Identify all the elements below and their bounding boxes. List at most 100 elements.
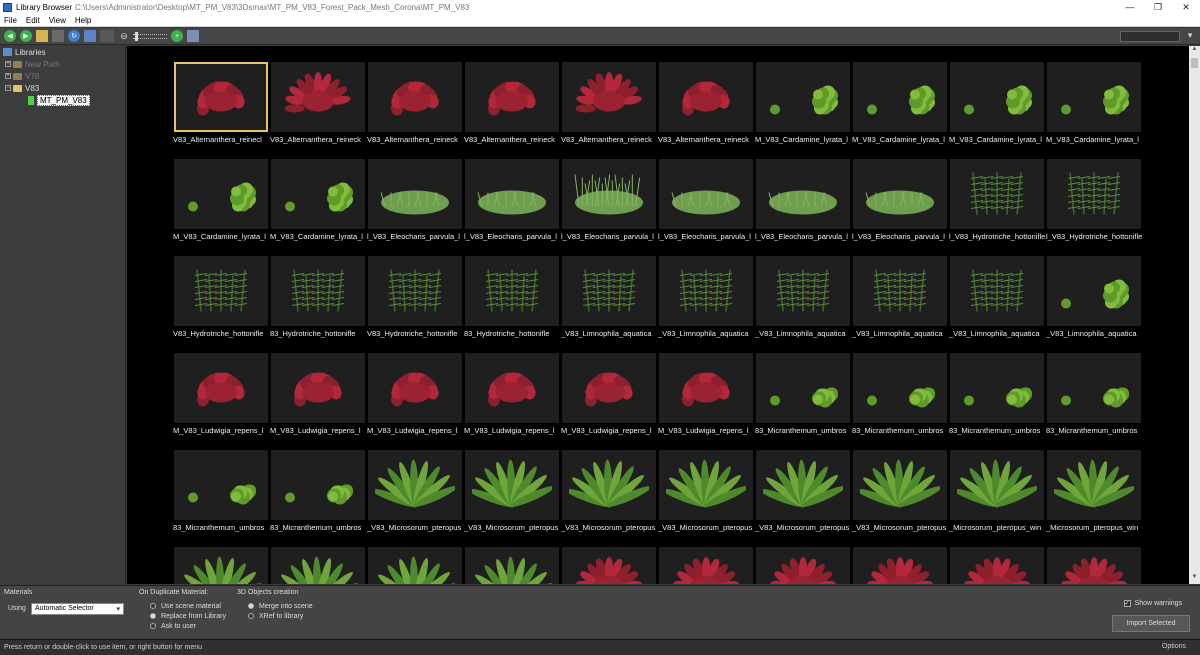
grid-item[interactable]: _Microsorum_pteropus_win (949, 437, 1045, 534)
grid-item[interactable]: _V83_Limnophila_aquatica (852, 243, 948, 340)
zoom-slider[interactable] (133, 31, 167, 41)
thumbnail[interactable] (174, 256, 268, 326)
grid-item[interactable]: 83_Micranthemum_umbros (755, 340, 851, 437)
grid-item[interactable]: l_V83_Eleocharis_parvula_l (464, 146, 560, 243)
thumbnail[interactable] (853, 353, 947, 423)
expand-icon[interactable]: + (5, 61, 11, 67)
thumbnail[interactable] (853, 450, 947, 520)
tree-item-new-path[interactable]: + New Path (0, 58, 125, 70)
thumbnail[interactable] (950, 547, 1044, 584)
thumbnail[interactable] (271, 159, 365, 229)
grid-item[interactable]: l_V83_Eleocharis_parvula_l (852, 146, 948, 243)
thumbnail[interactable] (659, 450, 753, 520)
thumbnail[interactable] (853, 62, 947, 132)
thumbnail[interactable] (950, 62, 1044, 132)
grid-item[interactable]: l_V83_Eleocharis_parvula_l (367, 146, 463, 243)
scroll-down-icon[interactable]: ▼ (1189, 574, 1200, 584)
grid-item[interactable]: M_V83_Cardamine_lyrata_l (1046, 49, 1142, 146)
radio-icon[interactable] (150, 613, 156, 619)
scroll-up-icon[interactable]: ▲ (1189, 46, 1200, 56)
thumbnail[interactable] (465, 256, 559, 326)
grid-item[interactable]: V83_Alternanthera_reineck (464, 49, 560, 146)
tree-root[interactable]: Libraries (0, 46, 125, 58)
thumbnail[interactable] (174, 62, 268, 132)
tree-item-v78[interactable]: + V78 (0, 70, 125, 82)
radio-icon[interactable] (248, 603, 254, 609)
thumbnail[interactable] (659, 62, 753, 132)
folder-up-icon[interactable] (36, 30, 48, 42)
back-icon[interactable]: ◀ (4, 30, 16, 42)
grid-item[interactable]: 83_Hydrotriche_hottonifle (464, 243, 560, 340)
thumbnail[interactable] (950, 256, 1044, 326)
grid-item[interactable] (852, 534, 948, 584)
thumbnail[interactable] (756, 547, 850, 584)
thumbnail[interactable] (368, 62, 462, 132)
thumbnail[interactable] (562, 62, 656, 132)
thumbnail[interactable] (368, 256, 462, 326)
grid-item[interactable]: M_V83_Cardamine_lyrata_l (270, 146, 366, 243)
tag-icon[interactable] (84, 30, 96, 42)
thumbnail[interactable] (659, 159, 753, 229)
grid-item[interactable]: _V83_Microsorum_pteropus (367, 437, 463, 534)
grid-item[interactable]: 83_Hydrotriche_hottonifle (270, 243, 366, 340)
import-selected-button[interactable]: Import Selected (1112, 615, 1190, 632)
grid-item[interactable]: V83_Alternanthera_reineck (367, 49, 463, 146)
grid-item[interactable]: V83_Alternanthera_reinecl (173, 49, 269, 146)
thumbnail[interactable] (1047, 256, 1141, 326)
options-link[interactable]: Options (1162, 643, 1186, 650)
grid-item[interactable]: M_V83_Ludwigia_repens_l (367, 340, 463, 437)
thumbnail[interactable] (1047, 353, 1141, 423)
maximize-button[interactable]: ❐ (1144, 0, 1172, 14)
radio-ask-to-user[interactable]: Ask to user (150, 621, 226, 631)
thumbnail[interactable] (950, 353, 1044, 423)
zoom-in-icon[interactable]: + (171, 30, 183, 42)
zoom-out-icon[interactable]: ⊖ (118, 30, 130, 42)
grid-item[interactable]: _V83_Limnophila_aquatica (658, 243, 754, 340)
grid-item[interactable] (1046, 534, 1142, 584)
grid-item[interactable]: _V83_Microsorum_pteropus (561, 437, 657, 534)
thumbnail[interactable] (465, 159, 559, 229)
grid-item[interactable]: l_V83_Hydrotriche_hottonifle (949, 146, 1045, 243)
grid-item[interactable] (270, 534, 366, 584)
grid-item[interactable]: M_V83_Ludwigia_repens_l (561, 340, 657, 437)
forward-icon[interactable]: ▶ (20, 30, 32, 42)
grid-item[interactable]: M_V83_Cardamine_lyrata_l (949, 49, 1045, 146)
zoom-slider-thumb[interactable] (135, 31, 138, 41)
grid-item[interactable]: V83_Alternanthera_reineck (561, 49, 657, 146)
thumbnail[interactable] (368, 450, 462, 520)
radio-replace-from-library[interactable]: Replace from Library (150, 611, 226, 621)
radio-icon[interactable] (248, 613, 254, 619)
grid-item[interactable]: l_V83_Eleocharis_parvula_l (755, 146, 851, 243)
thumbnail[interactable] (368, 353, 462, 423)
thumbnail[interactable] (1047, 547, 1141, 584)
material-selector-dropdown[interactable]: Automatic Selector ▾ (31, 603, 124, 615)
grid-item[interactable]: M_V83_Cardamine_lyrata_l (173, 146, 269, 243)
filter-icon[interactable]: ▼ (1186, 31, 1194, 40)
thumbnail[interactable] (465, 547, 559, 584)
refresh-icon[interactable]: ↻ (68, 30, 80, 42)
grid-item[interactable] (367, 534, 463, 584)
grid-item[interactable]: 83_Micranthemum_umbros (270, 437, 366, 534)
tool-icon[interactable] (100, 30, 114, 42)
grid-item[interactable]: 83_Micranthemum_umbros (852, 340, 948, 437)
thumbnail[interactable] (271, 256, 365, 326)
grid-view-icon[interactable] (52, 30, 64, 42)
thumbnail[interactable] (465, 353, 559, 423)
radio-merge-into-scene[interactable]: Merge into scene (248, 601, 313, 611)
grid-item[interactable]: _V83_Microsorum_pteropus (464, 437, 560, 534)
thumbnail[interactable] (950, 450, 1044, 520)
thumbnail[interactable] (659, 256, 753, 326)
expand-icon[interactable]: + (5, 73, 11, 79)
grid-item[interactable]: 83_Micranthemum_umbros (1046, 340, 1142, 437)
grid-item[interactable]: l_V83_Eleocharis_parvula_l (561, 146, 657, 243)
grid-item[interactable]: _V83_Limnophila_aquatica (755, 243, 851, 340)
grid-item[interactable]: M_V83_Ludwigia_repens_l (464, 340, 560, 437)
thumbnail[interactable] (659, 353, 753, 423)
tree-item-v83[interactable]: − V83 (0, 82, 125, 94)
thumbnail[interactable] (271, 547, 365, 584)
thumbnail[interactable] (756, 256, 850, 326)
grid-item[interactable]: 83_Micranthemum_umbros (173, 437, 269, 534)
thumbnail[interactable] (1047, 159, 1141, 229)
thumbnail[interactable] (1047, 450, 1141, 520)
grid-item[interactable]: M_V83_Cardamine_lyrata_l (852, 49, 948, 146)
